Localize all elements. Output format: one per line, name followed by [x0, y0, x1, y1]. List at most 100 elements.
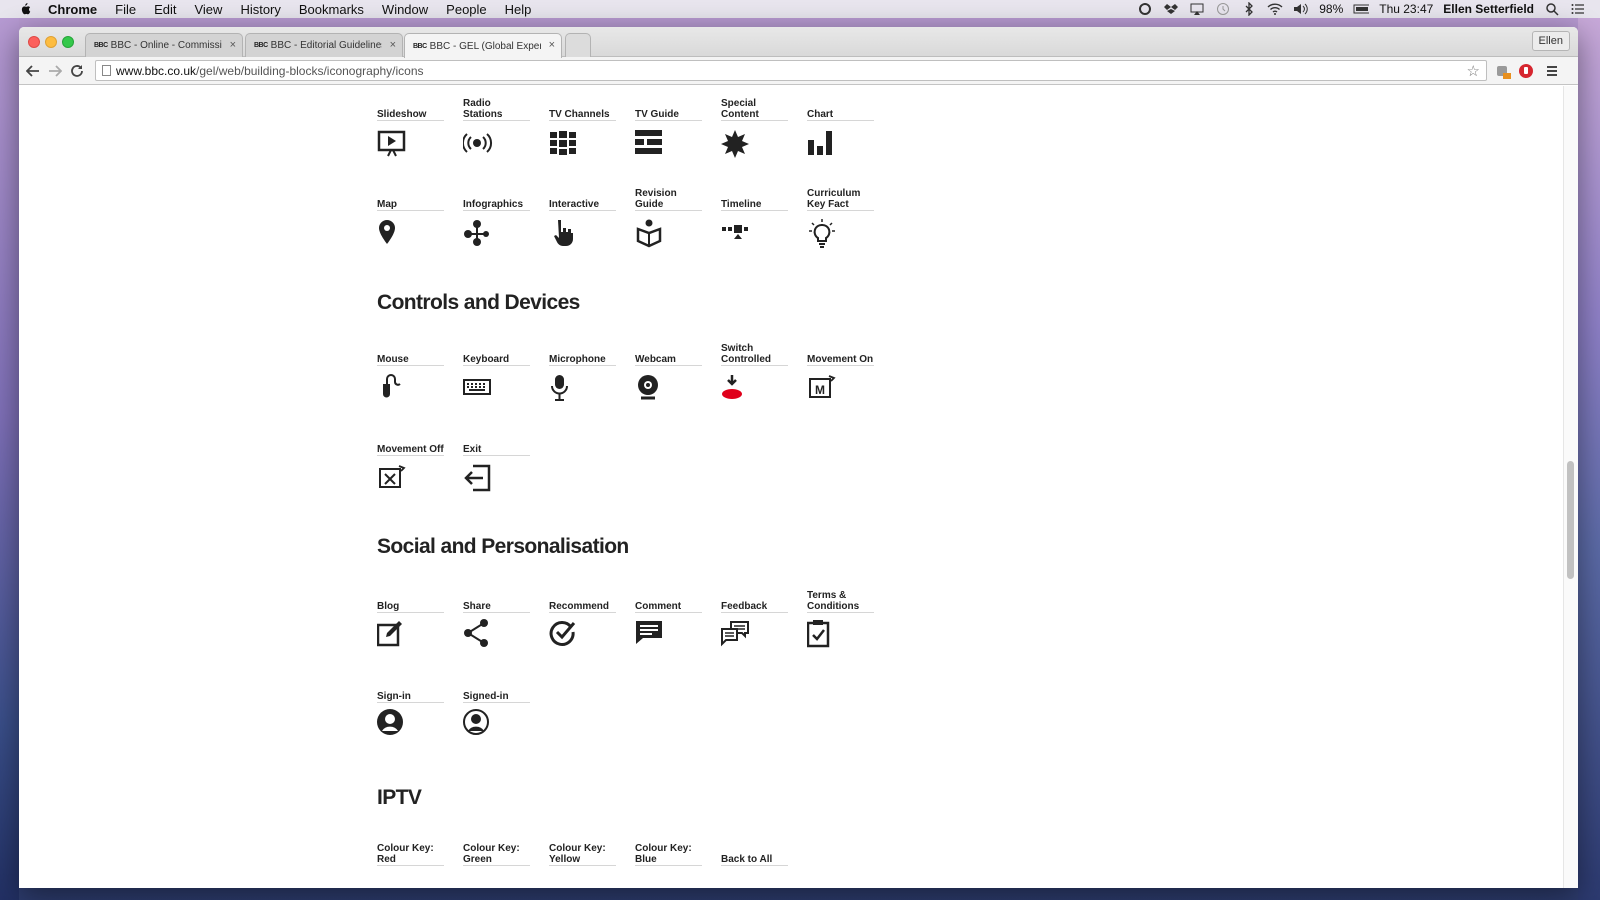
- divider: [721, 865, 788, 866]
- revision-guide-icon: [636, 219, 662, 248]
- desktop-background-right: [1578, 18, 1600, 900]
- divider: [807, 210, 874, 211]
- dropbox-icon[interactable]: [1163, 2, 1179, 16]
- divider: [463, 455, 530, 456]
- tab-bbc-gel[interactable]: BBC BBC - GEL (Global Experie ×: [404, 33, 562, 58]
- icon-label: Interactive: [549, 199, 600, 210]
- user-name[interactable]: Ellen Setterfield: [1443, 2, 1534, 16]
- browser-toolbar: www.bbc.co.uk/gel/web/building-blocks/ic…: [19, 57, 1578, 85]
- section-heading-controls: Controls and Devices: [377, 291, 580, 314]
- close-tab-icon[interactable]: ×: [390, 39, 396, 51]
- close-window-button[interactable]: [28, 36, 40, 48]
- divider: [807, 612, 874, 613]
- spotlight-search-icon[interactable]: [1544, 2, 1560, 16]
- tv-guide-icon: [635, 130, 662, 154]
- icon-label: Sign-in: [377, 691, 411, 702]
- scrollbar-thumb[interactable]: [1567, 461, 1574, 579]
- icon-label: Terms & Conditions: [807, 590, 860, 612]
- feedback-icon: [721, 621, 749, 647]
- switch-red-button: [722, 389, 742, 399]
- adblock-stop-icon[interactable]: [1517, 62, 1535, 80]
- svg-text:M: M: [815, 383, 825, 397]
- divider: [463, 210, 530, 211]
- address-bar[interactable]: www.bbc.co.uk/gel/web/building-blocks/ic…: [95, 60, 1487, 81]
- menu-view[interactable]: View: [194, 2, 222, 17]
- divider: [463, 865, 530, 866]
- clock[interactable]: Thu 23:47: [1379, 2, 1433, 16]
- icon-label: Feedback: [721, 601, 768, 612]
- movement-off-icon: [379, 465, 406, 488]
- icon-label: Movement Off: [377, 444, 444, 455]
- icon-label: Curriculum Key Fact: [807, 188, 861, 210]
- close-tab-icon[interactable]: ×: [230, 39, 236, 51]
- gear-status-icon[interactable]: [1137, 2, 1153, 16]
- icon-label: Mouse: [377, 354, 409, 365]
- icon-label: Colour Key: Green: [463, 843, 520, 865]
- wifi-icon[interactable]: [1267, 2, 1283, 16]
- menu-help[interactable]: Help: [505, 2, 532, 17]
- reload-icon[interactable]: [66, 60, 88, 82]
- browser-window: BBC BBC - Online - Commissio × BBC BBC -…: [19, 27, 1578, 888]
- icon-label: Timeline: [721, 199, 762, 210]
- icon-label: Webcam: [635, 354, 676, 365]
- exit-icon: [464, 464, 491, 492]
- divider: [635, 365, 702, 366]
- back-arrow-icon[interactable]: [22, 60, 44, 82]
- switch-controlled-icon: [722, 375, 742, 399]
- forward-arrow-icon[interactable]: [44, 60, 66, 82]
- divider: [721, 120, 788, 121]
- icon-label: Chart: [807, 109, 834, 120]
- divider: [721, 612, 788, 613]
- menu-app-chrome[interactable]: Chrome: [48, 2, 97, 17]
- divider: [377, 702, 444, 703]
- minimize-window-button[interactable]: [45, 36, 57, 48]
- profile-button[interactable]: Ellen: [1531, 31, 1570, 51]
- menu-people[interactable]: People: [446, 2, 486, 17]
- icon-label: Revision Guide: [635, 188, 677, 210]
- tab-bbc-editorial-guidelines[interactable]: BBC BBC - Editorial Guidelines ×: [245, 33, 403, 57]
- airplay-icon[interactable]: [1189, 2, 1205, 16]
- vertical-scrollbar[interactable]: [1563, 86, 1578, 888]
- divider: [635, 865, 702, 866]
- menu-file[interactable]: File: [115, 2, 136, 17]
- icon-label: Comment: [635, 601, 682, 612]
- bookmark-star-icon[interactable]: ☆: [1467, 62, 1480, 80]
- volume-icon[interactable]: [1293, 2, 1309, 16]
- new-tab-button[interactable]: [565, 33, 591, 57]
- movement-on-icon: M: [809, 375, 836, 398]
- url-path: /gel/web/building-blocks/iconography/ico…: [196, 63, 424, 78]
- close-tab-icon[interactable]: ×: [549, 39, 555, 51]
- battery-icon[interactable]: [1353, 2, 1370, 16]
- notification-center-icon[interactable]: [1570, 2, 1586, 16]
- desktop-background-left: [0, 18, 19, 900]
- menu-bookmarks[interactable]: Bookmarks: [299, 2, 364, 17]
- icon-cell-colour-key-green[interactable]: Colour Key: Green: [463, 831, 530, 888]
- icon-cell-colour-key-red[interactable]: Colour Key: Red: [377, 831, 444, 888]
- icon-cell-colour-key-blue[interactable]: Colour Key: Blue: [635, 831, 702, 888]
- icon-cell-colour-key-yellow[interactable]: Colour Key: Yellow: [549, 831, 616, 888]
- bluetooth-icon[interactable]: [1241, 2, 1257, 16]
- menu-edit[interactable]: Edit: [154, 2, 176, 17]
- icon-label: Keyboard: [463, 354, 510, 365]
- tab-bbc-online-commissioning[interactable]: BBC BBC - Online - Commissio ×: [85, 33, 243, 57]
- divider: [721, 365, 788, 366]
- apple-icon[interactable]: [16, 2, 34, 16]
- zoom-window-button[interactable]: [62, 36, 74, 48]
- icon-label: Share: [463, 601, 491, 612]
- icon-cell-back-to-all[interactable]: Back to All: [721, 831, 788, 888]
- extension-puzzle-icon[interactable]: [1494, 62, 1512, 80]
- chrome-menu-icon[interactable]: [1543, 62, 1561, 80]
- icon-label: Recommend: [549, 601, 610, 612]
- divider: [549, 210, 616, 211]
- bbc-favicon-icon: BBC: [413, 42, 427, 50]
- battery-percent: 98%: [1319, 2, 1344, 16]
- time-machine-icon[interactable]: [1215, 2, 1231, 16]
- menu-window[interactable]: Window: [382, 2, 428, 17]
- icon-label: Radio Stations: [463, 98, 503, 120]
- divider: [463, 702, 530, 703]
- icon-label: Slideshow: [377, 109, 427, 120]
- sign-in-user-icon: [377, 709, 403, 735]
- radio-stations-icon: [463, 133, 493, 153]
- special-content-star-icon: [721, 130, 749, 158]
- menu-history[interactable]: History: [240, 2, 280, 17]
